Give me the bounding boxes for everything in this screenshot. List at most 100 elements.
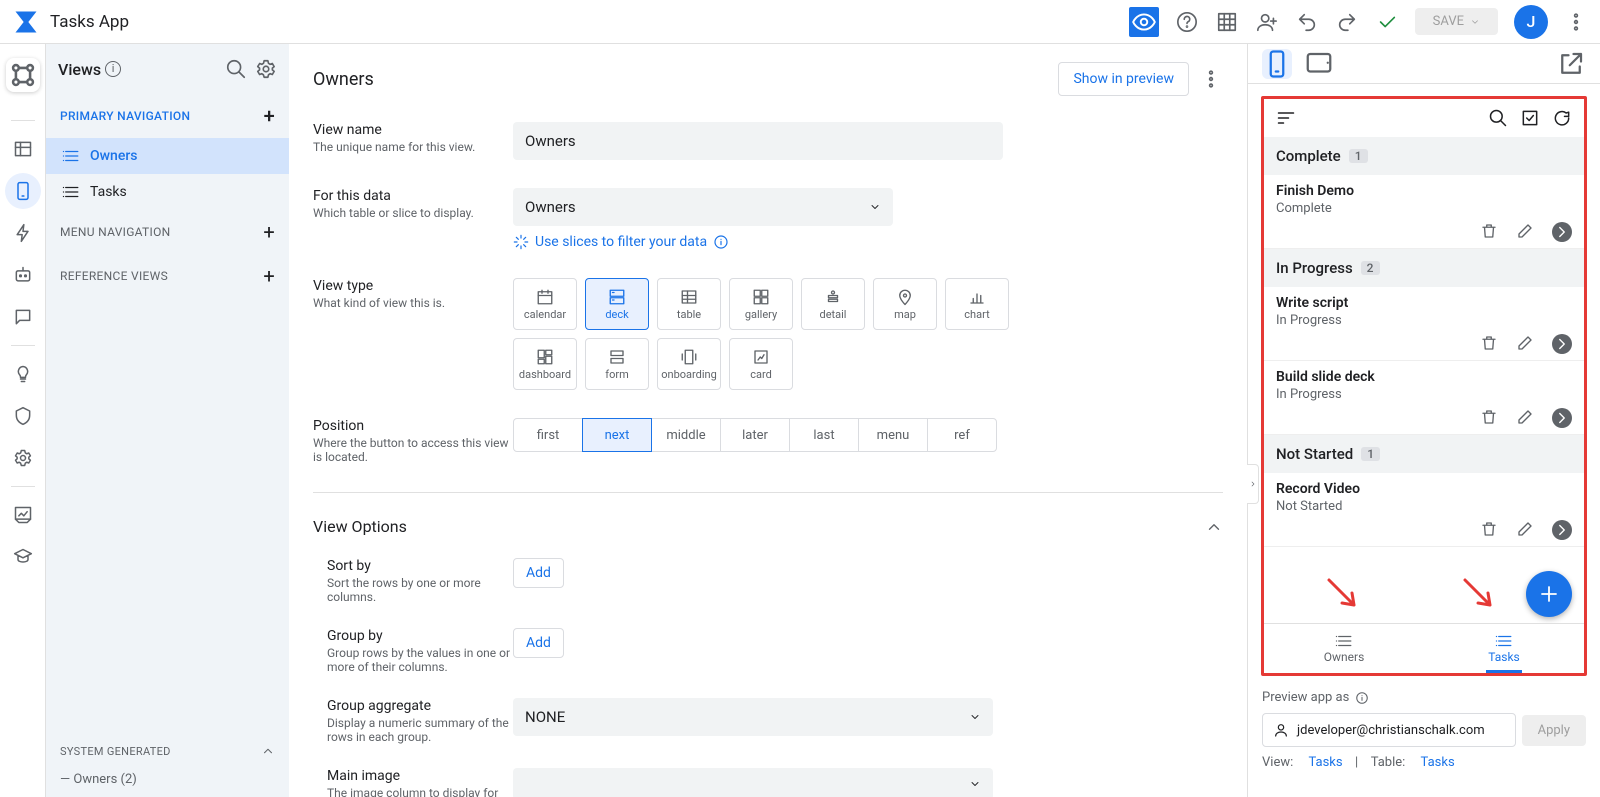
edit-icon[interactable] [1516, 334, 1534, 352]
check-icon[interactable] [1375, 10, 1399, 34]
tile-form[interactable]: form [585, 338, 649, 390]
user-avatar[interactable]: J [1514, 5, 1548, 39]
section-menu-nav[interactable]: MENU NAVIGATION+ [46, 210, 289, 254]
group-agg-select[interactable]: NONE [513, 698, 993, 736]
trash-icon[interactable] [1480, 334, 1498, 352]
tile-onboarding[interactable]: onboarding [657, 338, 721, 390]
footer-view-link[interactable]: Tasks [1308, 755, 1342, 770]
section-primary-nav[interactable]: PRIMARY NAVIGATION+ [46, 94, 289, 138]
rail-bot-icon[interactable] [5, 257, 41, 293]
view-options-header[interactable]: View Options [313, 507, 1223, 546]
group-by-add-button[interactable]: Add [513, 628, 564, 658]
undo-icon[interactable] [1295, 10, 1319, 34]
rail-settings-icon[interactable] [5, 440, 41, 476]
task-row[interactable]: Finish Demo Complete [1264, 175, 1584, 249]
collapse-handle-icon[interactable] [1247, 464, 1259, 504]
section-system-generated[interactable]: SYSTEM GENERATED [46, 734, 289, 768]
rail-chat-icon[interactable] [5, 299, 41, 335]
search-icon[interactable] [225, 58, 247, 80]
redo-icon[interactable] [1335, 10, 1359, 34]
task-row[interactable]: Build slide deck In Progress [1264, 361, 1584, 435]
more-vert-icon[interactable] [1564, 10, 1588, 34]
tile-calendar[interactable]: calendar [513, 278, 577, 330]
add-user-icon[interactable] [1255, 10, 1279, 34]
go-icon[interactable] [1552, 334, 1572, 354]
view-item-owners[interactable]: Owners [46, 138, 289, 174]
slices-link[interactable]: Use slices to filter your data [513, 234, 1223, 250]
trash-icon[interactable] [1480, 222, 1498, 240]
gear-icon[interactable] [255, 58, 277, 80]
add-ref-view-icon[interactable]: + [263, 264, 275, 288]
live-preview-toggle[interactable] [1129, 7, 1159, 37]
refresh-icon[interactable] [1552, 108, 1572, 128]
suggestions-icon[interactable] [6, 58, 40, 92]
task-row[interactable]: Record Video Not Started [1264, 473, 1584, 547]
view-name-input[interactable] [513, 122, 1003, 160]
task-row[interactable]: Write script In Progress [1264, 287, 1584, 361]
select-icon[interactable] [1520, 108, 1540, 128]
view-item-tasks[interactable]: Tasks [46, 174, 289, 210]
pos-later[interactable]: later [720, 418, 790, 452]
info-icon[interactable] [1355, 691, 1369, 705]
tile-map[interactable]: map [873, 278, 937, 330]
view-type-label: View type [313, 278, 513, 294]
fab-add-button[interactable] [1526, 571, 1572, 617]
go-icon[interactable] [1552, 408, 1572, 428]
views-panel-title: Views [58, 60, 101, 79]
rail-manage-icon[interactable] [5, 497, 41, 533]
section-ref-views[interactable]: REFERENCE VIEWS+ [46, 254, 289, 298]
tile-chart[interactable]: chart [945, 278, 1009, 330]
editor-more-icon[interactable] [1199, 67, 1223, 91]
search-icon[interactable] [1488, 108, 1508, 128]
pos-first[interactable]: first [513, 418, 583, 452]
rail-actions-icon[interactable] [5, 215, 41, 251]
rail-views-icon[interactable] [5, 173, 41, 209]
grid-icon[interactable] [1215, 10, 1239, 34]
preview-email-select[interactable]: jdeveloper@christianschalk.com [1262, 713, 1516, 747]
group-header: Complete1 [1264, 137, 1584, 175]
sysgen-item[interactable]: — Owners (2) [46, 768, 289, 797]
rail-data-icon[interactable] [5, 131, 41, 167]
phone-nav-owners[interactable]: Owners [1264, 624, 1424, 673]
phone-nav-tasks[interactable]: Tasks [1424, 624, 1584, 673]
pos-middle[interactable]: middle [651, 418, 721, 452]
add-primary-view-icon[interactable]: + [264, 104, 275, 128]
tile-gallery[interactable]: gallery [729, 278, 793, 330]
save-button[interactable]: SAVE [1415, 8, 1498, 35]
help-icon[interactable] [1175, 10, 1199, 34]
tile-deck[interactable]: deck [585, 278, 649, 330]
footer-table-link[interactable]: Tasks [1421, 755, 1455, 770]
apply-button[interactable]: Apply [1522, 715, 1586, 746]
rail-idea-icon[interactable] [5, 356, 41, 392]
chevron-up-icon [261, 744, 275, 758]
main-image-label: Main image [327, 768, 513, 784]
edit-icon[interactable] [1516, 408, 1534, 426]
go-icon[interactable] [1552, 222, 1572, 242]
pos-ref[interactable]: ref [927, 418, 997, 452]
preview-as-label: Preview app as [1262, 690, 1349, 705]
sort-by-add-button[interactable]: Add [513, 558, 564, 588]
rail-learn-icon[interactable] [5, 539, 41, 575]
main-image-select[interactable] [513, 768, 993, 797]
pos-menu[interactable]: menu [858, 418, 928, 452]
device-tablet-icon[interactable] [1304, 49, 1334, 79]
trash-icon[interactable] [1480, 520, 1498, 538]
tile-card[interactable]: card [729, 338, 793, 390]
info-icon[interactable]: i [105, 61, 121, 77]
pos-last[interactable]: last [789, 418, 859, 452]
device-mobile-icon[interactable] [1262, 49, 1292, 79]
go-icon[interactable] [1552, 520, 1572, 540]
tile-table[interactable]: table [657, 278, 721, 330]
sort-icon[interactable] [1276, 108, 1296, 128]
add-menu-view-icon[interactable]: + [263, 220, 275, 244]
edit-icon[interactable] [1516, 222, 1534, 240]
show-in-preview-button[interactable]: Show in preview [1058, 62, 1189, 96]
open-external-icon[interactable] [1556, 49, 1586, 79]
trash-icon[interactable] [1480, 408, 1498, 426]
for-data-select[interactable]: Owners [513, 188, 893, 226]
pos-next[interactable]: next [582, 418, 652, 452]
tile-detail[interactable]: detail [801, 278, 865, 330]
rail-security-icon[interactable] [5, 398, 41, 434]
tile-dashboard[interactable]: dashboard [513, 338, 577, 390]
edit-icon[interactable] [1516, 520, 1534, 538]
